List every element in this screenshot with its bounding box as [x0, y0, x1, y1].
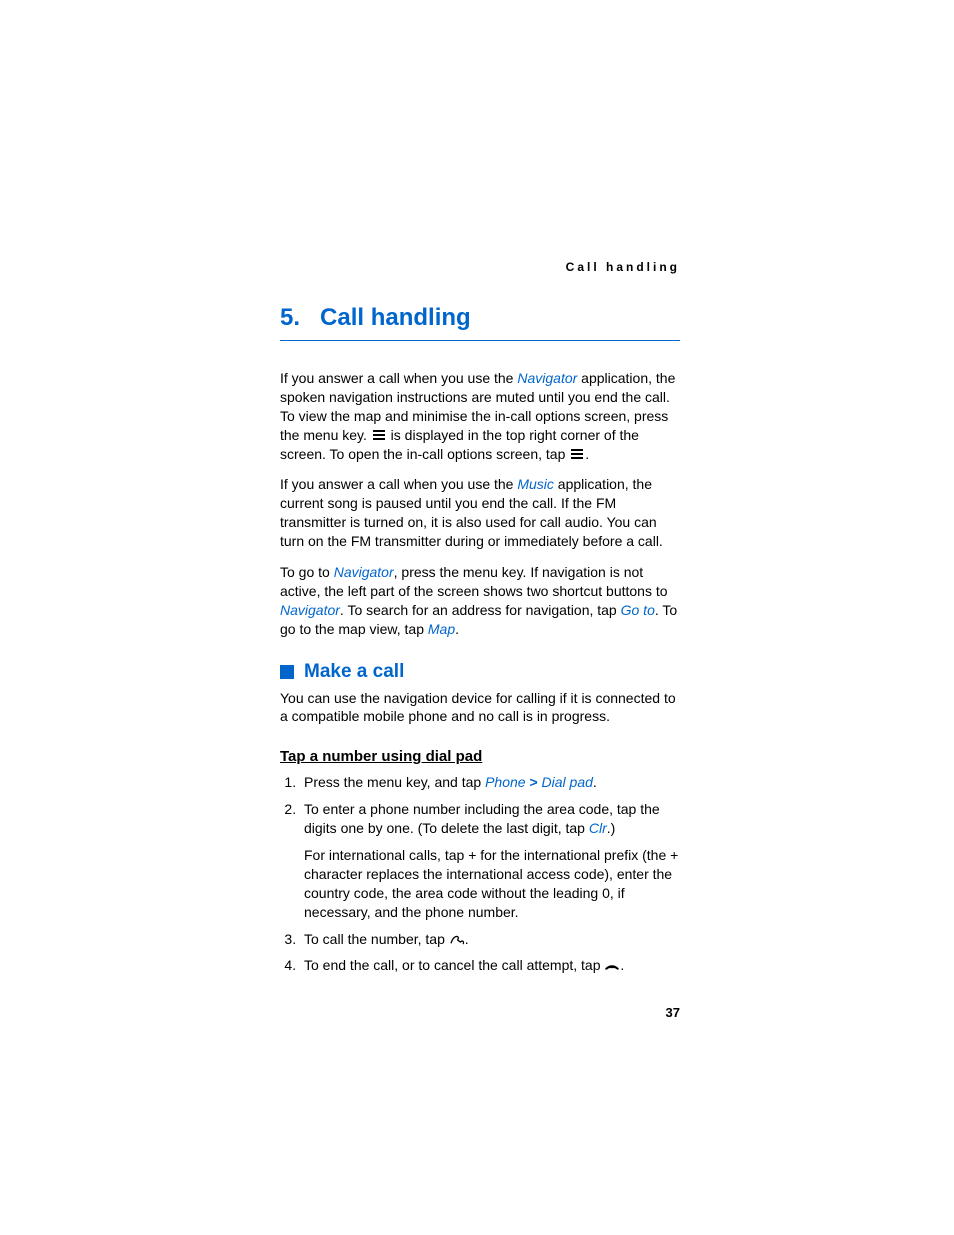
step-3: To call the number, tap .	[300, 930, 680, 949]
chapter-title: Call handling	[320, 304, 471, 331]
step-1: Press the menu key, and tap Phone > Dial…	[300, 773, 680, 792]
section-intro: You can use the navigation device for ca…	[280, 689, 680, 727]
link-phone[interactable]: Phone	[485, 774, 525, 790]
phone-call-icon	[449, 934, 465, 946]
paragraph-3: To go to Navigator, press the menu key. …	[280, 563, 680, 639]
paragraph-2: If you answer a call when you use the Mu…	[280, 475, 680, 551]
chapter-rule	[280, 340, 680, 341]
subsection-heading: Tap a number using dial pad	[280, 748, 680, 765]
menu-icon	[571, 449, 583, 459]
link-dialpad[interactable]: Dial pad	[542, 774, 593, 790]
link-navigator[interactable]: Navigator	[517, 370, 577, 386]
chapter-heading: 5. Call handling	[280, 304, 680, 334]
paragraph-1: If you answer a call when you use the Na…	[280, 369, 680, 463]
section-heading: Make a call	[280, 661, 680, 683]
running-header: Call handling	[280, 260, 680, 274]
menu-icon	[373, 430, 385, 440]
phone-end-icon	[604, 961, 620, 973]
link-clr[interactable]: Clr	[589, 820, 607, 836]
link-music[interactable]: Music	[517, 476, 554, 492]
link-navigator[interactable]: Navigator	[334, 564, 394, 580]
chapter-number: 5.	[280, 304, 300, 331]
step-2-note: For international calls, tap + for the i…	[304, 846, 680, 922]
step-4: To end the call, or to cancel the call a…	[300, 956, 680, 975]
steps-list: Press the menu key, and tap Phone > Dial…	[280, 773, 680, 975]
link-navigator[interactable]: Navigator	[280, 602, 340, 618]
link-map[interactable]: Map	[428, 621, 455, 637]
page-content: Call handling 5. Call handling If you an…	[280, 260, 680, 983]
page-number: 37	[666, 1005, 680, 1020]
step-2: To enter a phone number including the ar…	[300, 800, 680, 921]
section-title: Make a call	[304, 661, 404, 683]
link-goto[interactable]: Go to	[621, 602, 655, 618]
square-bullet-icon	[280, 665, 294, 679]
